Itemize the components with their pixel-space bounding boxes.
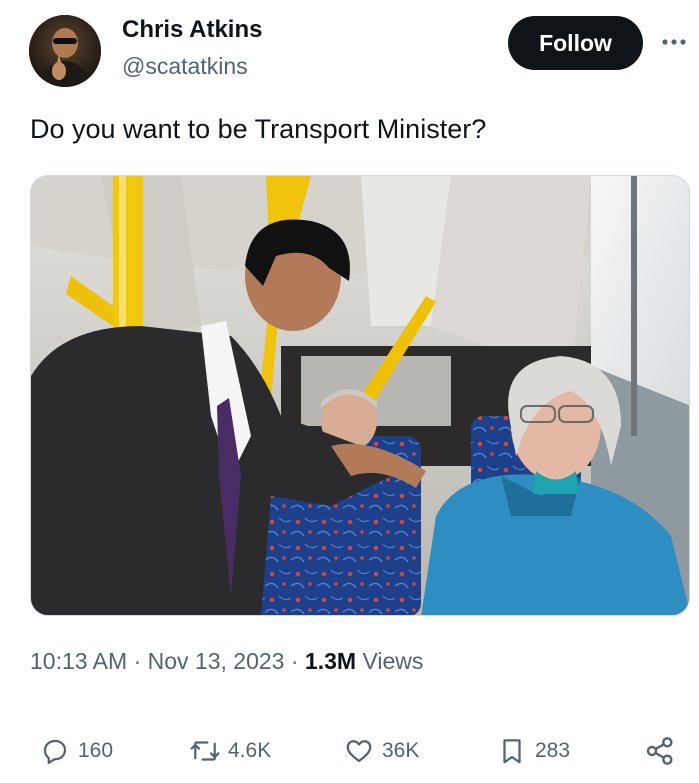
meta-separator: · xyxy=(290,648,299,674)
tweet-media[interactable] xyxy=(30,175,690,616)
views-label: Views xyxy=(362,648,424,674)
share-button[interactable] xyxy=(643,731,677,771)
author-handle[interactable]: @scatatkins xyxy=(122,53,248,80)
repost-button[interactable]: 4.6K xyxy=(188,731,271,771)
like-button[interactable]: 36K xyxy=(342,731,419,771)
tweet-text: Do you want to be Transport Minister? xyxy=(30,114,487,144)
more-options-button[interactable] xyxy=(657,28,691,56)
avatar[interactable] xyxy=(29,15,101,87)
repost-icon xyxy=(188,734,222,768)
share-icon xyxy=(643,734,677,768)
meta-separator: · xyxy=(133,648,142,674)
tweet-date[interactable]: Nov 13, 2023 xyxy=(148,648,285,674)
bookmark-button[interactable]: 283 xyxy=(495,731,570,771)
avatar-photo xyxy=(29,15,101,87)
tweet-time[interactable]: 10:13 AM xyxy=(30,648,127,674)
like-count: 36K xyxy=(382,739,420,762)
repost-count: 4.6K xyxy=(228,739,272,762)
more-icon xyxy=(662,39,686,45)
views-count: 1.3M xyxy=(304,648,357,674)
reply-button[interactable]: 160 xyxy=(38,731,113,771)
bookmark-icon xyxy=(495,734,529,768)
reply-count: 160 xyxy=(78,739,114,762)
tweet-meta: 10:13 AM · Nov 13, 2023 · 1.3M Views xyxy=(30,648,423,675)
follow-button[interactable]: Follow xyxy=(508,16,643,70)
reply-icon xyxy=(38,734,72,768)
author-display-name[interactable]: Chris Atkins xyxy=(122,16,262,44)
tweet-photo xyxy=(31,176,689,615)
heart-icon xyxy=(342,734,376,768)
bookmark-count: 283 xyxy=(535,739,571,762)
